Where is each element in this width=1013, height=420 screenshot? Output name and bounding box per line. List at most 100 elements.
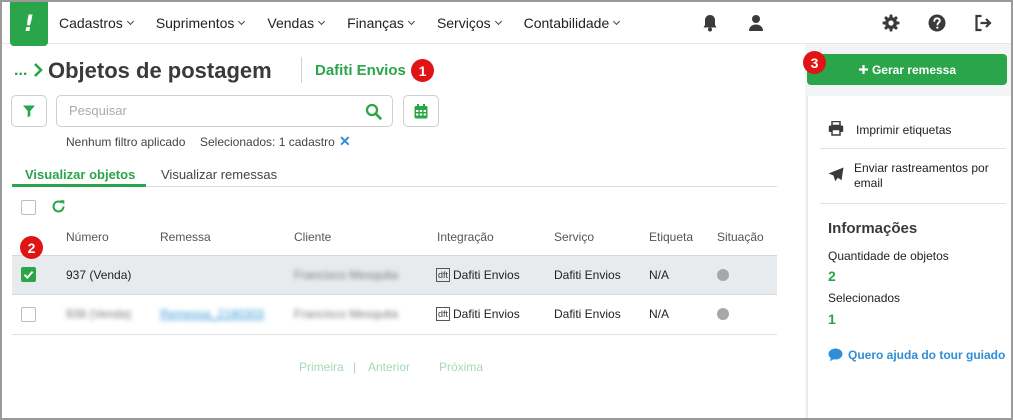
plus-icon: [858, 65, 868, 74]
quantity-label: Quantidade de objetos: [828, 249, 949, 263]
chevron-down-icon: [407, 17, 415, 25]
table-row[interactable]: 937 (Venda) Francisco Mesquita dft Dafiti…: [12, 255, 777, 295]
row-checkbox[interactable]: [21, 307, 36, 322]
menu-label: Vendas: [267, 15, 315, 31]
cell-etiqueta: N/A: [649, 307, 670, 321]
annotation-badge-2: 2: [20, 236, 43, 259]
column-numero[interactable]: Número: [66, 230, 109, 244]
search-field: [56, 95, 393, 127]
column-servico[interactable]: Serviço: [554, 230, 594, 244]
selected-value: 1: [828, 311, 836, 327]
calendar-icon: [414, 103, 428, 118]
menu-vendas[interactable]: Vendas: [267, 15, 326, 31]
selected-label: Selecionados: [828, 291, 901, 305]
status-dot-icon: [717, 308, 729, 320]
gear-icon[interactable]: [882, 14, 900, 32]
pagination-next[interactable]: Próxima: [439, 360, 483, 374]
title-divider: [301, 57, 302, 83]
paper-plane-icon: [828, 167, 844, 182]
sidebar-divider: [820, 148, 1006, 149]
refresh-icon[interactable]: [51, 199, 66, 214]
dafiti-logo-icon: dft: [436, 307, 451, 321]
chevron-down-icon: [318, 17, 326, 25]
menu-label: Suprimentos: [155, 15, 235, 31]
info-title: Informações: [828, 220, 918, 237]
row-checkbox[interactable]: [21, 267, 36, 282]
cell-integracao: dft Dafiti Envios: [436, 268, 520, 282]
search-input[interactable]: [69, 103, 349, 118]
quantity-value: 2: [828, 268, 836, 284]
sidebar-divider: [820, 203, 1006, 204]
tab-bar: Visualizar objetos Visualizar remessas: [12, 160, 777, 187]
menu-label: Cadastros: [59, 15, 123, 31]
search-icon[interactable]: [365, 103, 382, 120]
integracao-label: Dafiti Envios: [453, 307, 520, 321]
cell-numero: 937 (Venda): [66, 268, 132, 282]
menu-suprimentos[interactable]: Suprimentos: [155, 15, 246, 31]
chevron-down-icon: [613, 17, 621, 25]
checkmark-icon: [23, 270, 34, 280]
dafiti-logo-icon: dft: [436, 268, 451, 282]
column-cliente[interactable]: Cliente: [294, 230, 331, 244]
menu-label: Contabilidade: [523, 15, 610, 31]
table-row[interactable]: 938 (Venda) Remessa_2180303 Francisco Me…: [12, 295, 777, 335]
column-remessa[interactable]: Remessa: [160, 230, 211, 244]
annotation-badge-1: 1: [411, 59, 434, 82]
column-etiqueta[interactable]: Etiqueta: [649, 230, 693, 244]
pagination-previous[interactable]: Anterior: [368, 360, 410, 374]
chevron-down-icon: [238, 17, 246, 25]
integracao-label: Dafiti Envios: [453, 268, 520, 282]
pagination-separator: |: [353, 360, 357, 374]
column-situacao[interactable]: Situação: [717, 230, 764, 244]
cell-remessa-link[interactable]: Remessa_2180303: [160, 307, 264, 321]
page-title: Objetos de postagem: [48, 58, 272, 83]
app-logo[interactable]: !: [10, 2, 48, 46]
chevron-down-icon: [126, 17, 134, 25]
menu-cadastros[interactable]: Cadastros: [59, 15, 134, 31]
cell-servico: Dafiti Envios: [554, 307, 621, 321]
send-tracking-link[interactable]: Enviar rastreamentos por email: [854, 161, 1002, 191]
logout-icon[interactable]: [974, 14, 992, 32]
cell-etiqueta: N/A: [649, 268, 670, 282]
guided-tour-label: Quero ajuda do tour guiado: [848, 348, 1006, 362]
select-all-checkbox[interactable]: [21, 200, 36, 215]
cell-numero: 938 (Venda): [66, 307, 132, 321]
clear-selection-icon[interactable]: ✕: [339, 133, 351, 150]
sidebar-panel: Imprimir etiquetas Enviar rastreamentos …: [807, 96, 1011, 418]
menu-label: Finanças: [347, 15, 404, 31]
cell-cliente: Francisco Mesquita: [294, 268, 399, 282]
menu-servicos[interactable]: Serviços: [436, 15, 502, 31]
status-dot-icon: [717, 269, 729, 281]
top-navigation: ! Cadastros Suprimentos Vendas Finanças …: [2, 2, 1011, 46]
guided-tour-link[interactable]: Quero ajuda do tour guiado: [828, 348, 1005, 362]
filter-icon: [23, 105, 35, 118]
active-tab-indicator: [12, 184, 146, 187]
help-icon[interactable]: [928, 14, 946, 32]
generate-shipment-button[interactable]: Gerar remessa: [807, 54, 1007, 85]
integration-name: Dafiti Envios: [315, 62, 406, 79]
filter-status-text: Nenhum filtro aplicado: [66, 135, 186, 149]
annotation-badge-3: 3: [803, 51, 826, 74]
menu-contabilidade[interactable]: Contabilidade: [523, 15, 621, 31]
tab-visualizar-objetos[interactable]: Visualizar objetos: [25, 167, 135, 182]
cell-integracao: dft Dafiti Envios: [436, 307, 520, 321]
filter-button[interactable]: [11, 95, 47, 127]
selected-count-text: Selecionados: 1 cadastro: [200, 135, 335, 149]
menu-label: Serviços: [436, 15, 491, 31]
cell-cliente: Francisco Mesquita: [294, 307, 399, 321]
printer-icon: [828, 121, 844, 136]
bell-icon[interactable]: [702, 14, 718, 32]
pagination-first[interactable]: Primeira: [299, 360, 344, 374]
chat-bubble-icon: [828, 348, 843, 362]
breadcrumb-ellipsis[interactable]: ...: [14, 62, 27, 80]
main-menu: Cadastros Suprimentos Vendas Finanças Se…: [59, 2, 642, 44]
menu-financas[interactable]: Finanças: [347, 15, 415, 31]
column-integracao[interactable]: Integração: [437, 230, 494, 244]
chevron-down-icon: [494, 17, 502, 25]
tab-visualizar-remessas[interactable]: Visualizar remessas: [161, 167, 277, 182]
date-filter-button[interactable]: [403, 95, 439, 127]
print-labels-link[interactable]: Imprimir etiquetas: [856, 123, 951, 138]
cell-servico: Dafiti Envios: [554, 268, 621, 282]
user-icon[interactable]: [748, 14, 764, 32]
chevron-right-icon: [34, 63, 43, 77]
